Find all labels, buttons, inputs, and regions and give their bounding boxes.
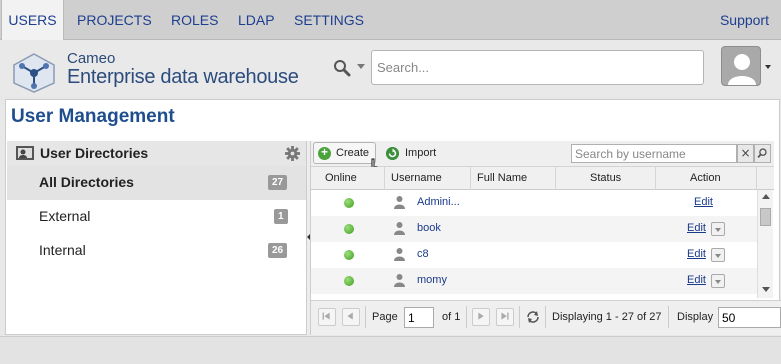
last-page-icon xyxy=(501,312,509,320)
last-page-button[interactable] xyxy=(496,308,514,326)
separator xyxy=(545,306,546,328)
edit-link[interactable]: Edit xyxy=(687,274,706,286)
directories-title: User Directories xyxy=(40,145,149,161)
gear-icon[interactable] xyxy=(285,146,300,161)
displaying-info: Displaying 1 - 27 of 27 xyxy=(552,311,662,323)
column-username[interactable]: Username xyxy=(385,167,471,190)
directory-item-external[interactable]: External 1 xyxy=(7,200,306,234)
plus-circle-icon xyxy=(318,145,331,160)
separator xyxy=(365,306,366,328)
count-badge: 1 xyxy=(274,209,288,224)
users-grid: Admini... Edit book Edit c8 Edit momy Ed… xyxy=(311,190,757,298)
column-full-name[interactable]: Full Name xyxy=(471,167,556,190)
page-number-input[interactable] xyxy=(404,307,434,328)
import-icon xyxy=(386,147,399,160)
global-search-input[interactable] xyxy=(371,50,704,85)
username-cell: book xyxy=(417,222,441,234)
first-page-button[interactable] xyxy=(318,308,336,326)
brand-line1: Cameo xyxy=(67,50,116,67)
prev-page-button[interactable] xyxy=(342,308,360,326)
tab-settings[interactable]: SETTINGS xyxy=(294,0,364,40)
import-button-label: Import xyxy=(405,147,437,159)
tab-users[interactable]: USERS xyxy=(1,0,64,40)
table-row[interactable]: c8 Edit xyxy=(311,242,757,268)
logo-icon xyxy=(13,53,55,93)
directory-item-label: External xyxy=(39,208,91,224)
page-label: Page xyxy=(372,311,398,323)
page-title: User Management xyxy=(11,106,175,127)
username-cell: c8 xyxy=(417,248,429,260)
avatar-chevron-down-icon[interactable] xyxy=(765,65,771,69)
top-nav: USERS PROJECTS ROLES LDAP SETTINGS Suppo… xyxy=(0,0,781,40)
brand-line2: Enterprise data warehouse xyxy=(67,66,299,88)
count-badge: 27 xyxy=(268,175,288,190)
online-status-icon xyxy=(344,250,354,260)
separator xyxy=(466,306,467,328)
next-page-icon xyxy=(478,312,484,320)
avatar[interactable] xyxy=(721,46,761,86)
separator xyxy=(519,306,520,328)
scroll-up-icon[interactable] xyxy=(762,194,770,199)
edit-link[interactable]: Edit xyxy=(687,222,706,234)
footer-bar xyxy=(0,336,781,364)
column-online[interactable]: Online xyxy=(311,167,385,190)
page-size-input[interactable] xyxy=(718,307,781,328)
username-cell: momy xyxy=(417,274,447,286)
page-total: of 1 xyxy=(442,311,461,323)
user-avatar-icon xyxy=(728,54,756,85)
collapse-left-icon[interactable] xyxy=(307,234,310,240)
column-status[interactable]: Status xyxy=(556,167,656,190)
import-button[interactable]: Import xyxy=(386,146,446,162)
search-icon[interactable] xyxy=(754,144,771,163)
grid-header: Online Username Full Name Status Action xyxy=(311,167,774,190)
table-row[interactable]: momy Edit xyxy=(311,268,757,294)
first-page-icon xyxy=(322,312,330,320)
prev-page-icon xyxy=(347,312,353,320)
create-button-label: Create xyxy=(336,147,370,159)
user-icon xyxy=(394,222,405,235)
user-icon xyxy=(394,274,405,287)
username-search-input[interactable] xyxy=(571,144,737,163)
directory-item-internal[interactable]: Internal 26 xyxy=(7,234,306,268)
next-page-button[interactable] xyxy=(472,308,490,326)
directory-item-label: Internal xyxy=(39,242,86,258)
count-badge: 26 xyxy=(268,243,288,258)
separator xyxy=(668,306,669,328)
column-action[interactable]: Action xyxy=(656,167,757,190)
action-menu-chevron-icon[interactable] xyxy=(711,248,725,262)
table-row[interactable]: book Edit xyxy=(311,216,757,242)
search-icon[interactable] xyxy=(333,59,351,77)
directory-item-label: All Directories xyxy=(39,174,134,190)
user-icon xyxy=(394,248,405,261)
directory-item-all[interactable]: All Directories 27 xyxy=(7,166,306,200)
clear-search-button[interactable]: × xyxy=(737,144,754,163)
search-scope-chevron-icon[interactable] xyxy=(357,64,365,69)
edit-link[interactable]: Edit xyxy=(687,248,706,260)
online-status-icon xyxy=(344,276,354,286)
username-cell: Admini... xyxy=(417,196,460,208)
directory-icon xyxy=(16,146,34,160)
refresh-icon[interactable] xyxy=(525,309,541,325)
table-row[interactable]: Admini... Edit xyxy=(311,190,757,216)
scroll-down-icon[interactable] xyxy=(762,287,770,292)
online-status-icon xyxy=(344,224,354,234)
tab-ldap[interactable]: LDAP xyxy=(238,0,275,40)
edit-link[interactable]: Edit xyxy=(694,196,713,208)
online-status-icon xyxy=(344,198,354,208)
display-label: Display xyxy=(677,311,714,323)
tab-projects[interactable]: PROJECTS xyxy=(77,0,152,40)
tab-roles[interactable]: ROLES xyxy=(171,0,218,40)
grid-scrollbar[interactable] xyxy=(757,190,773,298)
action-menu-chevron-icon[interactable] xyxy=(711,222,725,236)
action-menu-chevron-icon[interactable] xyxy=(711,274,725,288)
scroll-thumb[interactable] xyxy=(760,208,771,226)
user-icon xyxy=(394,196,405,209)
support-link[interactable]: Support xyxy=(720,0,769,40)
